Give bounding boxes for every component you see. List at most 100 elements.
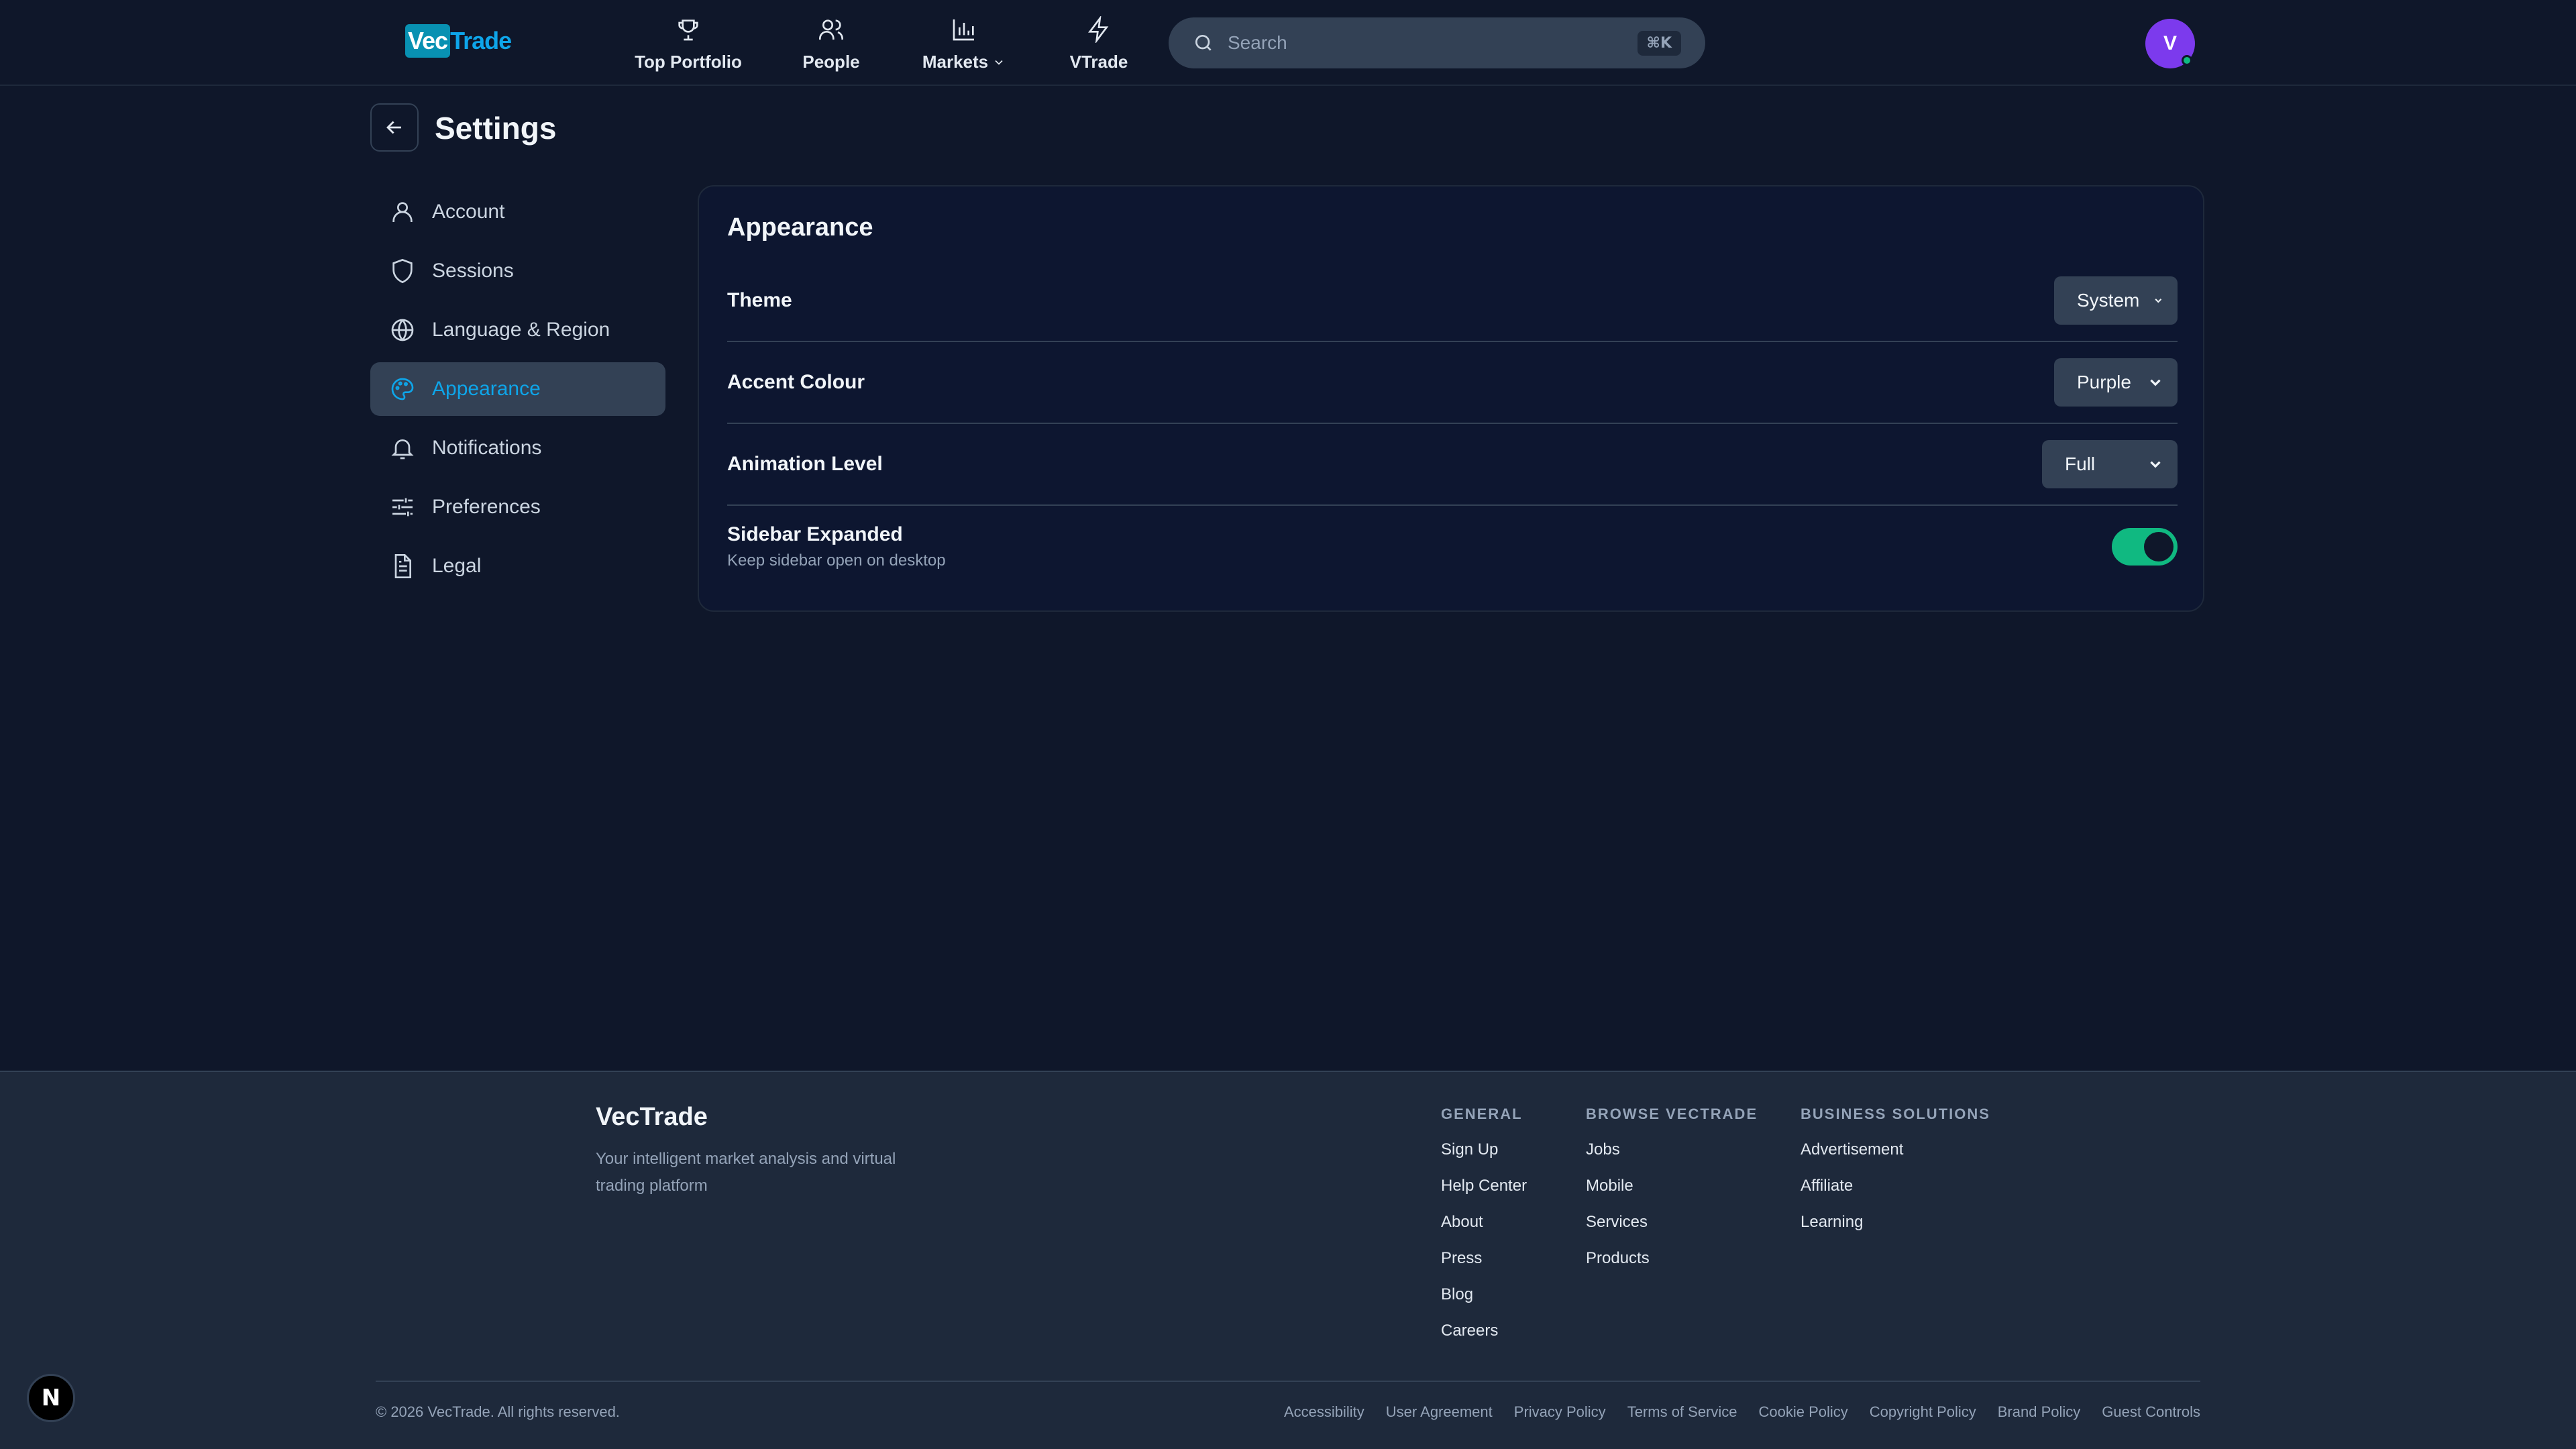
footer-link-sign-up[interactable]: Sign Up [1441, 1140, 1527, 1159]
nav-people[interactable]: People [801, 16, 861, 72]
top-header: Vec Trade Top Portfolio People Markets VT… [0, 0, 2576, 86]
sidebar-expanded-description: Keep sidebar open on desktop [727, 551, 946, 570]
toggle-knob [2144, 532, 2174, 561]
sidebar-expanded-text: Sidebar Expanded Keep sidebar open on de… [727, 523, 946, 570]
footer-column-browse: BROWSE VECTRADE Jobs Mobile Services Pro… [1586, 1106, 1758, 1285]
animation-level-select[interactable]: Full [2042, 440, 2178, 488]
arrow-left-icon [386, 121, 401, 134]
footer-link-copyright-policy[interactable]: Copyright Policy [1870, 1403, 1976, 1421]
logo-vec: Vec [405, 24, 451, 58]
theme-value: System [2077, 290, 2140, 311]
sidebar-item-appearance[interactable]: Appearance [370, 362, 665, 416]
theme-select[interactable]: System [2054, 276, 2178, 325]
footer-link-cookie-policy[interactable]: Cookie Policy [1759, 1403, 1848, 1421]
nav-markets[interactable]: Markets [919, 16, 1009, 72]
sidebar-item-label: Language & Region [432, 319, 610, 341]
search-icon [1195, 35, 1212, 51]
footer-link-terms-of-service[interactable]: Terms of Service [1627, 1403, 1737, 1421]
footer-column-title: BUSINESS SOLUTIONS [1801, 1106, 1990, 1122]
sidebar-expanded-label: Sidebar Expanded [727, 523, 903, 545]
logo-trade: Trade [450, 27, 512, 54]
sidebar-expanded-toggle[interactable] [2112, 528, 2178, 566]
sidebar-item-sessions[interactable]: Sessions [370, 244, 665, 298]
sidebar-item-label: Appearance [432, 378, 541, 400]
globe-icon [391, 319, 414, 341]
lightning-icon [1088, 16, 1109, 43]
footer-link-press[interactable]: Press [1441, 1249, 1527, 1268]
sidebar-item-label: Notifications [432, 437, 542, 459]
footer-link-jobs[interactable]: Jobs [1586, 1140, 1758, 1159]
footer-link-about[interactable]: About [1441, 1213, 1527, 1232]
nav-markets-label: Markets [922, 52, 989, 72]
footer-link-affiliate[interactable]: Affiliate [1801, 1177, 1990, 1195]
sliders-icon [392, 498, 413, 517]
trophy-icon [678, 19, 698, 41]
theme-label: Theme [727, 289, 792, 311]
chevron-down-icon [2150, 379, 2161, 386]
footer-link-guest-controls[interactable]: Guest Controls [2102, 1403, 2200, 1421]
sidebar-expanded-row: Sidebar Expanded Keep sidebar open on de… [727, 506, 2178, 588]
footer-copyright: © 2026 VecTrade. All rights reserved. [376, 1403, 620, 1420]
sidebar-item-legal[interactable]: Legal [370, 539, 665, 593]
accent-colour-value: Purple [2077, 372, 2131, 392]
footer-link-products[interactable]: Products [1586, 1249, 1758, 1268]
sidebar-item-label: Legal [432, 555, 482, 577]
footer-link-learning[interactable]: Learning [1801, 1213, 1990, 1232]
chevron-down-icon [2155, 299, 2162, 303]
footer-link-blog[interactable]: Blog [1441, 1285, 1527, 1304]
nav-top-portfolio[interactable]: Top Portfolio [633, 16, 743, 72]
footer-tagline: Your intelligent market analysis and vir… [596, 1150, 896, 1195]
nav-vtrade-label: VTrade [1069, 52, 1128, 72]
footer-link-accessibility[interactable]: Accessibility [1284, 1403, 1364, 1421]
footer-link-mobile[interactable]: Mobile [1586, 1177, 1758, 1195]
footer-link-help-center[interactable]: Help Center [1441, 1177, 1527, 1195]
document-icon [394, 554, 411, 578]
accent-colour-select[interactable]: Purple [2054, 358, 2178, 407]
nav-vtrade[interactable]: VTrade [1067, 16, 1131, 72]
appearance-card: Appearance Theme System Accent Colour Pu… [698, 185, 2204, 612]
palette-icon [391, 378, 414, 400]
footer-column-title: BROWSE VECTRADE [1586, 1106, 1758, 1122]
search-input[interactable] [1228, 32, 1638, 54]
sidebar-item-label: Preferences [432, 496, 541, 518]
sidebar-item-preferences[interactable]: Preferences [370, 480, 665, 534]
footer-link-services[interactable]: Services [1586, 1213, 1758, 1232]
footer-column-business: BUSINESS SOLUTIONS Advertisement Affilia… [1801, 1106, 1990, 1249]
back-button[interactable] [370, 103, 419, 152]
animation-level-label: Animation Level [727, 453, 883, 475]
footer-link-advertisement[interactable]: Advertisement [1801, 1140, 1990, 1159]
theme-row: Theme System [727, 260, 2178, 342]
site-footer: VecTrade Your intelligent market analysi… [0, 1071, 2576, 1449]
accent-colour-label: Accent Colour [727, 371, 865, 393]
online-status-dot [2182, 55, 2192, 66]
dev-tools-badge[interactable]: N [27, 1374, 75, 1422]
vectrade-logo[interactable]: Vec Trade [405, 23, 512, 59]
chevron-down-icon [2150, 461, 2161, 468]
page-title: Settings [435, 111, 557, 146]
shield-icon [392, 258, 413, 284]
dev-tools-badge-letter: N [41, 1385, 61, 1411]
footer-link-brand-policy[interactable]: Brand Policy [1998, 1403, 2081, 1421]
card-title: Appearance [727, 213, 873, 241]
bell-icon [391, 439, 414, 460]
footer-legal-links: Accessibility User Agreement Privacy Pol… [1284, 1403, 2200, 1421]
nav-top-portfolio-label: Top Portfolio [635, 52, 742, 72]
search-bar[interactable]: ⌘K [1169, 17, 1705, 68]
accent-colour-row: Accent Colour Purple [727, 342, 2178, 424]
animation-level-row: Animation Level Full [727, 424, 2178, 506]
footer-link-careers[interactable]: Careers [1441, 1322, 1527, 1340]
footer-brand: VecTrade [596, 1103, 708, 1131]
sidebar-item-account[interactable]: Account [370, 185, 665, 239]
user-icon [392, 202, 413, 222]
sidebar-item-language-region[interactable]: Language & Region [370, 303, 665, 357]
search-shortcut-hint: ⌘K [1637, 30, 1681, 56]
bar-chart-icon [953, 19, 974, 41]
user-avatar[interactable]: V [2145, 19, 2195, 68]
chevron-down-icon [995, 60, 1003, 65]
sidebar-item-notifications[interactable]: Notifications [370, 421, 665, 475]
footer-column-title: GENERAL [1441, 1106, 1523, 1122]
footer-column-general: GENERAL Sign Up Help Center About Press … [1441, 1106, 1527, 1358]
footer-link-privacy-policy[interactable]: Privacy Policy [1514, 1403, 1606, 1421]
footer-link-user-agreement[interactable]: User Agreement [1386, 1403, 1493, 1421]
sidebar-item-label: Account [432, 201, 505, 223]
